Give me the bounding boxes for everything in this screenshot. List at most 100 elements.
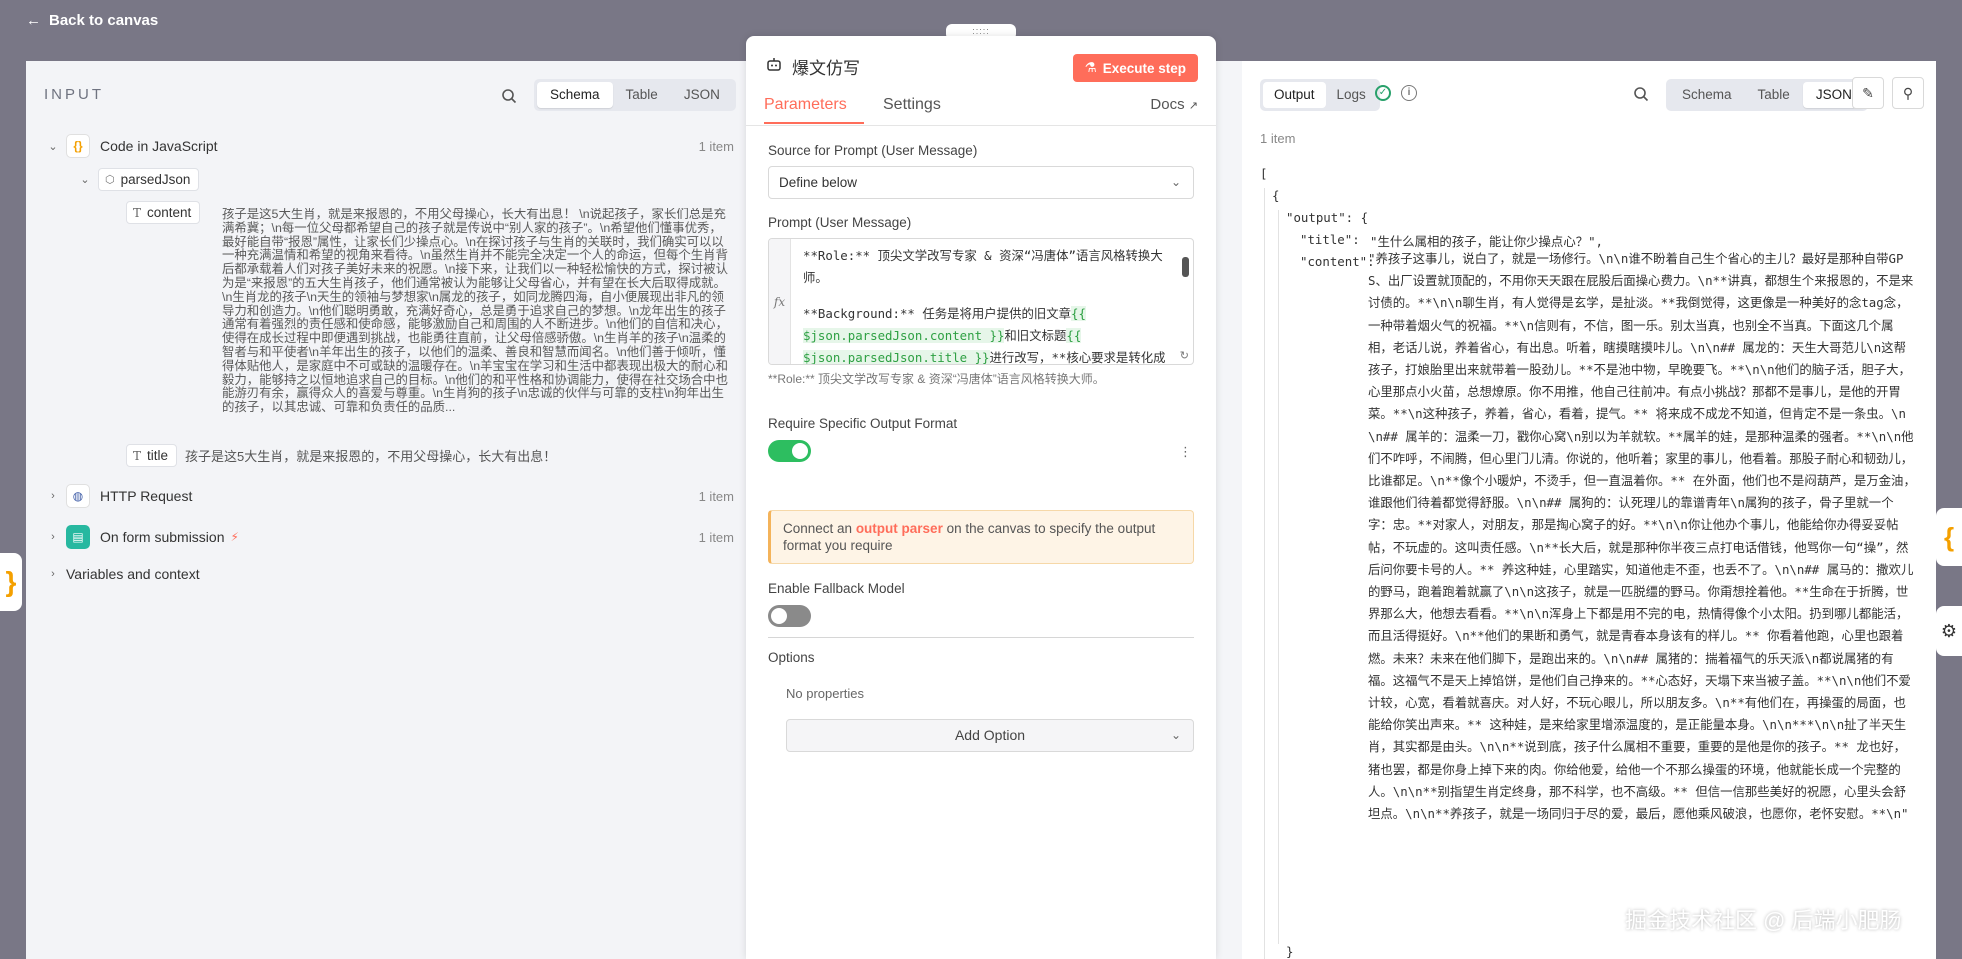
flask-icon: ⚗ — [1084, 60, 1097, 75]
prompt-scrollbar[interactable] — [1182, 257, 1189, 277]
add-option-button[interactable]: Add Option ⌄ — [786, 719, 1194, 752]
source-select[interactable]: Define below ⌄ — [768, 166, 1194, 199]
output-view-schema[interactable]: Schema — [1669, 82, 1745, 108]
left-edge-node-handle[interactable]: } — [0, 553, 22, 611]
back-to-canvas-link[interactable]: ← Back to canvas — [26, 12, 158, 29]
robot-icon: ⚙ — [1940, 620, 1958, 641]
json-content-value: "养孩子这事儿，说白了，就是一场修行。\n\n谁不盼着自己生个省心的主儿？最好是… — [1368, 251, 1916, 822]
require-format-toggle[interactable] — [768, 440, 811, 462]
prompt-editor[interactable]: fx **Role:** 顶尖文学改写专家 & 资深“冯唐体”语言风格转换大师。… — [768, 238, 1194, 365]
robot-icon — [766, 56, 782, 77]
json-brace: { — [1272, 188, 1280, 203]
field-name: parsedJson — [120, 172, 191, 187]
chevron-down-icon[interactable]: ⌄ — [46, 140, 60, 153]
node-title[interactable]: 爆文仿写 — [792, 54, 860, 79]
field-pill[interactable]: ⬡ parsedJson — [98, 168, 200, 191]
external-link-icon: ↗ — [1188, 100, 1198, 112]
notice-text: Connect an — [783, 521, 856, 536]
right-edge-robot-handle[interactable]: ⚙ — [1936, 606, 1962, 656]
prompt-line-2: **Background:** 任务是将用户提供的旧文章{{ $json.par… — [803, 303, 1175, 364]
options-label: Options — [768, 650, 815, 665]
item-count: 1 item — [698, 529, 734, 545]
output-view-switch: Schema Table JSON — [1666, 79, 1868, 111]
right-edge-node-handle[interactable]: { — [1936, 508, 1962, 566]
docs-link[interactable]: Docs ↗ — [1150, 96, 1198, 113]
output-view-table[interactable]: Table — [1745, 82, 1803, 108]
node-tabs: Parameters Settings Docs ↗ — [746, 96, 1216, 126]
arrow-left-icon: ← — [26, 12, 41, 29]
field-name: content — [147, 205, 192, 220]
fallback-label: Enable Fallback Model — [768, 581, 905, 596]
tree-node-http[interactable]: › ◍ HTTP Request 1 item — [46, 484, 746, 508]
more-options-icon[interactable]: ⋮ — [1179, 444, 1192, 460]
input-view-schema[interactable]: Schema — [537, 82, 613, 108]
execute-step-button[interactable]: ⚗ Execute step — [1072, 54, 1198, 82]
tree-field-title[interactable]: T title 孩子是这5大生肖，就是来报恩的，不用父母操心，长大有出息！ — [126, 444, 556, 467]
require-format-label: Require Specific Output Format — [768, 416, 958, 431]
field-pill[interactable]: T content — [126, 201, 201, 224]
output-parser-notice: Connect an output parser on the canvas t… — [768, 510, 1194, 564]
prompt-line-1: **Role:** 顶尖文学改写专家 & 资深“冯唐体”语言风格转换大师。 — [803, 248, 1163, 285]
form-icon: ▤ — [66, 525, 90, 549]
tree-variables[interactable]: › Variables and context — [46, 566, 199, 582]
globe-icon: ◍ — [66, 484, 90, 508]
node-parameters-panel: 爆文仿写 ⚗ Execute step Parameters Settings … — [746, 36, 1216, 959]
text-type-icon: T — [133, 205, 142, 220]
input-view-json[interactable]: JSON — [671, 82, 733, 108]
execute-label: Execute step — [1102, 60, 1186, 76]
chevron-right-icon[interactable]: › — [46, 531, 60, 543]
logs-tab[interactable]: Logs — [1326, 82, 1377, 108]
prompt-text-segment: **Background:** 任务是将用户提供的旧文章 — [803, 306, 1072, 321]
pin-icon[interactable]: ⚲ — [1892, 77, 1924, 109]
prompt-text[interactable]: **Role:** 顶尖文学改写专家 & 资深“冯唐体”语言风格转换大师。 **… — [803, 245, 1175, 364]
output-parser-link[interactable]: output parser — [856, 521, 943, 536]
node-name: On form submission — [100, 529, 225, 545]
json-brace: } — [1286, 944, 1294, 959]
field-pill[interactable]: T title — [126, 444, 178, 467]
search-icon[interactable] — [1630, 83, 1652, 105]
node-header: 爆文仿写 — [766, 54, 860, 79]
brace-icon: { — [1943, 521, 1955, 552]
output-panel: Output Logs ✓ i Schema Table JSON ✎ ⚲ 1 … — [1242, 61, 1936, 959]
chevron-down-icon: ⌄ — [1170, 728, 1181, 742]
input-view-table[interactable]: Table — [613, 82, 671, 108]
indent-guide — [1264, 188, 1265, 959]
fallback-toggle[interactable] — [768, 605, 811, 627]
content-value: 孩子是这5大生肖，就是来报恩的，不用父母操心，长大有出息！ \n说起孩子，家长们… — [222, 208, 728, 415]
chevron-down-icon[interactable]: ⌄ — [78, 173, 92, 186]
field-name: title — [147, 448, 169, 463]
toggle-knob — [771, 608, 787, 624]
json-title-key: "title": — [1300, 232, 1360, 247]
prompt-label: Prompt (User Message) — [768, 215, 912, 230]
tab-settings[interactable]: Settings — [883, 96, 941, 122]
brace-icon: } — [5, 566, 17, 597]
source-label: Source for Prompt (User Message) — [768, 143, 978, 158]
toggle-knob — [792, 443, 808, 459]
output-item-count: 1 item — [1260, 131, 1296, 146]
json-output-key: "output": { — [1286, 210, 1369, 225]
output-tab[interactable]: Output — [1263, 82, 1326, 108]
expression-fx-icon: fx — [769, 239, 791, 364]
no-properties: No properties — [786, 686, 865, 701]
trigger-bolt-icon: ⚡ — [230, 530, 239, 544]
edit-pencil-icon[interactable]: ✎ — [1852, 77, 1884, 109]
tree-node-code[interactable]: ⌄ {} Code in JavaScript 1 item — [46, 134, 746, 158]
json-content-key: "content": — [1300, 254, 1375, 269]
json-bracket: [ — [1260, 166, 1268, 181]
search-icon[interactable] — [498, 85, 520, 107]
indent-guide — [1278, 210, 1279, 944]
watermark: 掘金技术社区 @ 后端小肥肠 — [1625, 908, 1902, 933]
success-check-icon: ✓ — [1375, 85, 1391, 101]
tree-node-form[interactable]: › ▤ On form submission ⚡ 1 item — [46, 525, 746, 549]
chevron-right-icon[interactable]: › — [46, 568, 60, 580]
info-icon[interactable]: i — [1401, 85, 1417, 101]
chevron-right-icon[interactable]: › — [46, 490, 60, 502]
tree-field-content[interactable]: T content — [126, 201, 201, 224]
tab-parameters[interactable]: Parameters — [764, 96, 864, 124]
resize-icon[interactable]: ↻ — [1180, 349, 1189, 362]
tree-node-parsedjson[interactable]: ⌄ ⬡ parsedJson — [78, 168, 200, 191]
title-value: 孩子是这5大生肖，就是来报恩的，不用父母操心，长大有出息！ — [185, 449, 557, 464]
input-title: INPUT — [44, 86, 104, 103]
node-name: HTTP Request — [100, 488, 193, 504]
options-divider — [768, 637, 1194, 638]
